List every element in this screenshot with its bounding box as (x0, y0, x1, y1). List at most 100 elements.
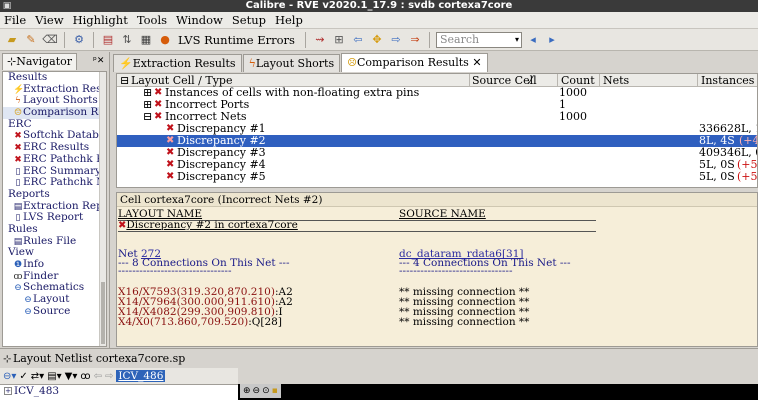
menu-file[interactable]: File (2, 13, 30, 27)
expand-icon[interactable]: + (4, 387, 12, 395)
zoom-in-icon[interactable]: ⊕ (243, 384, 251, 398)
error-x-icon: ✖ (154, 99, 163, 110)
menu-help[interactable]: Help (273, 13, 307, 27)
info-icon: ❶ (13, 260, 23, 270)
nav-item-erc-results[interactable]: ✖ERC Results (3, 142, 106, 154)
forward-arrow-icon[interactable]: ⇨ (105, 371, 113, 382)
missing-connection: ** missing connection ** (399, 316, 530, 328)
nav-item-extraction-report[interactable]: ▤Extraction Report (3, 201, 106, 213)
tree-row[interactable]: ✖ Discrepancy #5 5L, 0S (+5) (117, 171, 757, 183)
navigator-scrollbar-thumb[interactable] (101, 282, 105, 344)
zoom-fit-icon[interactable]: ⊞ (331, 32, 347, 48)
nav-item-schematics[interactable]: ⊖Schematics (3, 282, 106, 294)
forward-arrow-icon[interactable]: ⇨ (388, 32, 404, 48)
nav-item-erc-pathchk-nets[interactable]: ▯ERC Pathchk Nets (3, 177, 106, 189)
menu-setup[interactable]: Setup (230, 13, 270, 27)
comparison-results-tree: ⊟ Layout Cell / Type Source Cell ⁄ Count… (116, 73, 758, 188)
group-icon[interactable]: ▦ (138, 32, 154, 48)
document-icon: ▯ (15, 166, 21, 177)
menu-window[interactable]: Window (174, 13, 227, 27)
netlist-title: Layout Netlist cortexa7core.sp (13, 352, 186, 365)
collapse-all-icon[interactable]: ⊟ (120, 74, 129, 87)
column-instances[interactable]: Instances (701, 74, 754, 87)
lvs-runtime-errors-button[interactable]: LVS Runtime Errors (178, 33, 295, 47)
error-x-icon: ✖ (14, 154, 22, 165)
discrepancy-detail-pane: Cell cortexa7core (Incorrect Nets #2) LA… (116, 192, 758, 347)
schematic-icon: ⊖ (24, 295, 32, 306)
error-x-icon: ✖ (14, 143, 22, 154)
document-icon: ▯ (15, 178, 21, 189)
error-x-icon: ✖ (154, 87, 163, 98)
nav-item-lvs-report[interactable]: ▯ LVS Report (3, 212, 106, 224)
filter-icon[interactable]: ▤ (100, 32, 116, 48)
back-arrow-icon[interactable]: ⇦ (94, 371, 102, 382)
menu-highlight[interactable]: Highlight (71, 13, 132, 27)
nav-item-layout[interactable]: ⊖Layout (3, 294, 106, 306)
resize-handle-icon[interactable]: ⊹ (3, 350, 13, 370)
nav-item-softchk-database[interactable]: ✖Softchk Database (3, 130, 106, 142)
schematic-viewer[interactable]: ⊕ ⊖ ⊙ ▪ (238, 384, 758, 400)
hierarchy-icon[interactable]: ⇄▾ (31, 371, 44, 382)
pin-icon[interactable]: ✓ (19, 371, 27, 382)
nav-category-erc[interactable]: ERC (3, 119, 106, 131)
document-icon: ▤ (13, 201, 23, 212)
nav-category-results[interactable]: Results (3, 72, 106, 84)
dock-close-icon[interactable]: ᵖ✕ (93, 56, 104, 66)
nav-item-erc-pathchk-polygons[interactable]: ✖ERC Pathchk Polygons (3, 154, 106, 166)
netlist-tree: + ICV_483 (0, 384, 238, 400)
close-tab-icon[interactable]: ✕ (472, 56, 481, 69)
settings-gear-icon[interactable]: ⚙ (71, 32, 87, 48)
list-icon[interactable]: ▤▾ (47, 371, 61, 382)
window-menu-icon[interactable]: ▣ (2, 1, 12, 11)
discrepancy-line[interactable]: ✖Discrepancy #2 in cortexa7core (118, 220, 298, 232)
nav-item-layout-shorts[interactable]: ϟ Layout Shorts (3, 95, 106, 107)
sort-icon[interactable]: ⇅ (119, 32, 135, 48)
open-folder-icon[interactable]: ▰ (4, 32, 20, 48)
filter-icon[interactable]: ▼▾ (65, 371, 78, 382)
extraction-results-icon: ⚡ (13, 84, 25, 95)
current-cell-tag[interactable]: ICV_486 (116, 370, 166, 382)
schematic-icon[interactable]: ⊖▾ (3, 371, 16, 382)
binoculars-icon[interactable]: ꝏ (80, 371, 90, 382)
error-x-icon: ✖ (166, 171, 175, 182)
pan-star-icon[interactable]: ✥ (369, 32, 385, 48)
netlist-item[interactable]: ICV_483 (14, 385, 59, 397)
nav-category-reports[interactable]: Reports (3, 189, 106, 201)
tab-extraction-results[interactable]: ⚡Extraction Results (113, 54, 242, 72)
tab-layout-shorts[interactable]: ϟLayout Shorts (242, 54, 341, 72)
nav-category-rules[interactable]: Rules (3, 224, 106, 236)
nav-item-source[interactable]: ⊖Source (3, 306, 106, 318)
column-source-cell[interactable]: Source Cell (472, 74, 537, 87)
nav-item-comparison-results[interactable]: ☹Comparison Results (3, 107, 106, 119)
column-nets[interactable]: Nets (603, 74, 629, 87)
error-circle-icon[interactable]: ● (157, 32, 173, 48)
nav-item-rules-file[interactable]: ▤Rules File (3, 236, 106, 248)
nav-item-info[interactable]: ❶Info (3, 259, 106, 271)
navigator-panel: ⊹Navigator ᵖ✕ Results ⚡Extraction Result… (0, 52, 110, 348)
nav-item-extraction-results[interactable]: ⚡Extraction Results (3, 84, 106, 96)
menu-view[interactable]: View (33, 13, 67, 27)
probe-icon[interactable]: ⇝ (312, 32, 328, 48)
layout-shorts-icon: ϟ (248, 57, 256, 70)
nav-item-erc-summary[interactable]: ▯ ERC Summary (3, 166, 106, 178)
zoom-fit-icon[interactable]: ⊙ (262, 384, 270, 398)
back-arrow-icon[interactable]: ⇦ (350, 32, 366, 48)
connection-row[interactable]: X4/X0(713.860,709.520):Q[28] (118, 317, 282, 328)
search-next-icon[interactable]: ▸ (544, 32, 560, 48)
zoom-out-icon[interactable]: ⊖ (253, 384, 261, 398)
lock-icon[interactable]: ▪ (272, 384, 278, 398)
highlight-icon[interactable]: ✎ (23, 32, 39, 48)
nav-item-finder[interactable]: ꝏFinder (3, 271, 106, 283)
navigator-scrollbar[interactable] (99, 72, 106, 346)
search-dropdown-icon[interactable]: ▾ (515, 33, 519, 47)
menu-tools[interactable]: Tools (135, 13, 171, 27)
navigator-tab[interactable]: ⊹Navigator (2, 52, 78, 70)
window-title: Calibre - RVE v2020.1_17.9 : svdb cortex… (245, 0, 513, 11)
clear-highlight-icon[interactable]: ⌫ (42, 32, 58, 48)
search-input[interactable]: Search ▾ (435, 31, 522, 48)
search-prev-icon[interactable]: ◂ (525, 32, 541, 48)
nav-category-view[interactable]: View (3, 247, 106, 259)
tab-comparison-results[interactable]: ☹Comparison Results ✕ (341, 53, 488, 72)
collapse-icon[interactable]: ⊟ (143, 111, 152, 123)
export-icon[interactable]: ⇒ (407, 32, 423, 48)
